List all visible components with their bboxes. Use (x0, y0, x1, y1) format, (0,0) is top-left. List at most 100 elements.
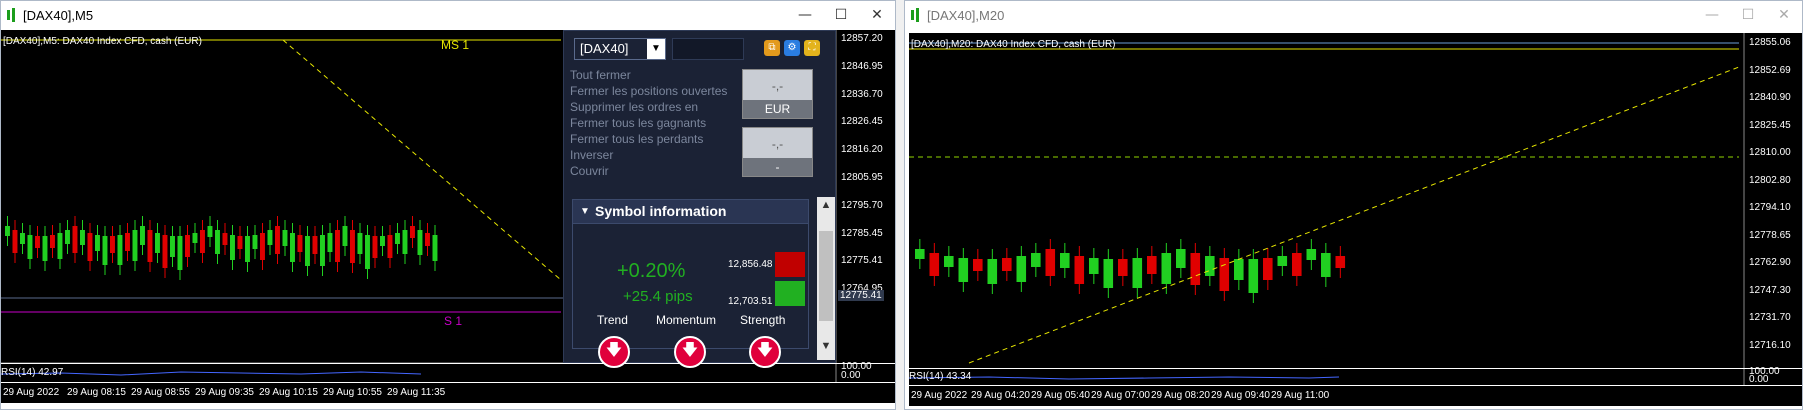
left-chart-window[interactable]: [DAX40],M5 — ☐ ✕ [DAX40],M5: DAX40 Index… (0, 0, 896, 410)
candle-body (1089, 258, 1099, 274)
candle-body (1176, 249, 1186, 268)
candle-body (1277, 256, 1288, 266)
symbol-info-body: +0.20% +25.4 pips 12,856.48 12,703.51 (572, 224, 809, 349)
candle-body (958, 258, 969, 282)
right-price-chart[interactable]: [DAX40],M20: DAX40 Index CFD, cash (EUR)… (909, 33, 1802, 368)
price-axis-label: 12775.41 (841, 255, 883, 267)
candle-body (327, 233, 333, 252)
hedge-value: - (743, 158, 812, 176)
candle-body (1248, 259, 1259, 293)
trade-panel[interactable]: [DAX40] ▼ ⧉ ⚙ ⛶ Tout fermer Fermer les p… (563, 30, 836, 368)
close-button[interactable]: ✕ (1766, 1, 1802, 29)
symbol-input[interactable] (672, 38, 744, 60)
change-pips: +25.4 pips (623, 288, 693, 305)
candle-body (5, 226, 10, 236)
candle-body (102, 236, 108, 265)
chart-candles-icon (911, 8, 921, 22)
candle-body (207, 226, 213, 237)
symbol-info-header[interactable]: ▼ Symbol information (572, 199, 809, 224)
price-axis-label: 12857.20 (841, 33, 883, 44)
candle-body (1292, 253, 1302, 276)
candle-body (1147, 256, 1157, 274)
candle-body (222, 233, 228, 245)
price-axis-label: 12794.10 (1749, 202, 1791, 213)
candle-body (335, 230, 340, 262)
candle-body (110, 236, 115, 253)
candle-body (215, 230, 220, 254)
candle-body (230, 235, 235, 260)
low-box (775, 281, 805, 306)
menu-close-losers[interactable]: Fermer tous les perdants (570, 132, 703, 146)
right-rsi-pane[interactable]: RSI(14) 43.34 100.00 0.00 (909, 366, 1802, 385)
candle-body (50, 235, 55, 248)
high-price: 12,856.48 (728, 259, 773, 270)
copy-icon[interactable]: ⧉ (764, 40, 780, 56)
close-all-value-button[interactable]: -,- EUR (742, 69, 813, 119)
price-axis-label: 12747.30 (1749, 284, 1791, 296)
scroll-thumb[interactable] (819, 231, 833, 321)
candle-body (192, 233, 198, 243)
menu-reverse[interactable]: Inverser (570, 148, 613, 162)
candle-body (1335, 256, 1346, 268)
trend-down-arrow-icon[interactable]: 🡇 (598, 336, 630, 368)
maximize-button[interactable]: ☐ (1730, 1, 1766, 29)
candle-body (1219, 258, 1230, 291)
candle-body (1161, 253, 1172, 284)
right-rsi-label: RSI(14) 43.34 (909, 371, 972, 382)
maximize-button[interactable]: ☐ (823, 1, 859, 29)
panel-scrollbar[interactable]: ▲ ▼ (817, 197, 835, 360)
candle-body (944, 256, 954, 267)
candle-body (380, 236, 385, 246)
candle-body (147, 230, 153, 262)
chart-candles-icon (7, 8, 17, 22)
candle-body (297, 235, 303, 252)
candle-body (1031, 253, 1041, 267)
expand-icon[interactable]: ⛶ (804, 40, 820, 56)
left-current-price-tag: 12775.41 (838, 290, 884, 301)
price-axis-label: 12731.70 (1749, 312, 1791, 323)
price-axis-label: 12846.95 (841, 60, 883, 72)
left-title-bar[interactable]: [DAX40],M5 — ☐ ✕ (1, 1, 895, 29)
candle-body (350, 230, 355, 263)
menu-close-open-positions[interactable]: Fermer les positions ouvertes (570, 84, 727, 98)
menu-hedge[interactable]: Couvrir (570, 164, 609, 178)
scroll-down-icon[interactable]: ▼ (817, 340, 835, 358)
right-chart-window[interactable]: [DAX40],M20 — ☐ ✕ [DAX40],M20: DAX40 Ind… (904, 0, 1803, 410)
price-axis-label: 12802.80 (1749, 174, 1791, 186)
momentum-down-arrow-icon[interactable]: 🡇 (674, 336, 706, 368)
candle-body (987, 259, 998, 284)
candle-body (915, 249, 925, 259)
candle-body (1205, 256, 1215, 276)
minimize-button[interactable]: — (1694, 1, 1730, 29)
strength-down-arrow-icon[interactable]: 🡇 (749, 336, 781, 368)
menu-delete-orders[interactable]: Supprimer les ordres en (570, 100, 698, 114)
candle-body (1060, 253, 1070, 268)
close-losers-value: -,- (771, 137, 784, 151)
price-axis-label: 12855.06 (1749, 37, 1791, 48)
time-axis-label: 29 Aug 2022 (3, 387, 60, 398)
candle-body (1074, 256, 1085, 284)
time-axis-label: 29 Aug 07:00 (1091, 390, 1150, 401)
right-title-bar[interactable]: [DAX40],M20 — ☐ ✕ (905, 1, 1802, 29)
candle-body (432, 235, 438, 261)
scroll-up-icon[interactable]: ▲ (817, 199, 835, 217)
time-axis-label: 29 Aug 11:35 (387, 387, 446, 398)
menu-close-winners[interactable]: Fermer tous les gagnants (570, 116, 706, 130)
close-button[interactable]: ✕ (859, 1, 895, 29)
close-losers-value-button[interactable]: -,- - (742, 127, 813, 177)
high-box (775, 252, 805, 277)
menu-close-all[interactable]: Tout fermer (570, 68, 631, 82)
candle-body (357, 233, 363, 254)
candle-body (410, 226, 415, 238)
candle-body (1103, 259, 1114, 288)
symbol-select[interactable]: [DAX40] ▼ (574, 38, 666, 60)
price-axis-label: 12778.65 (1749, 229, 1791, 241)
candle-body (132, 230, 138, 261)
price-axis-label: 12762.90 (1749, 257, 1791, 268)
chevron-down-icon[interactable]: ▼ (647, 39, 665, 59)
gear-icon[interactable]: ⚙ (784, 40, 800, 56)
price-axis-label: 12852.69 (1749, 64, 1791, 76)
candle-body (117, 235, 123, 265)
minimize-button[interactable]: — (787, 1, 823, 29)
candle-body (320, 235, 325, 266)
